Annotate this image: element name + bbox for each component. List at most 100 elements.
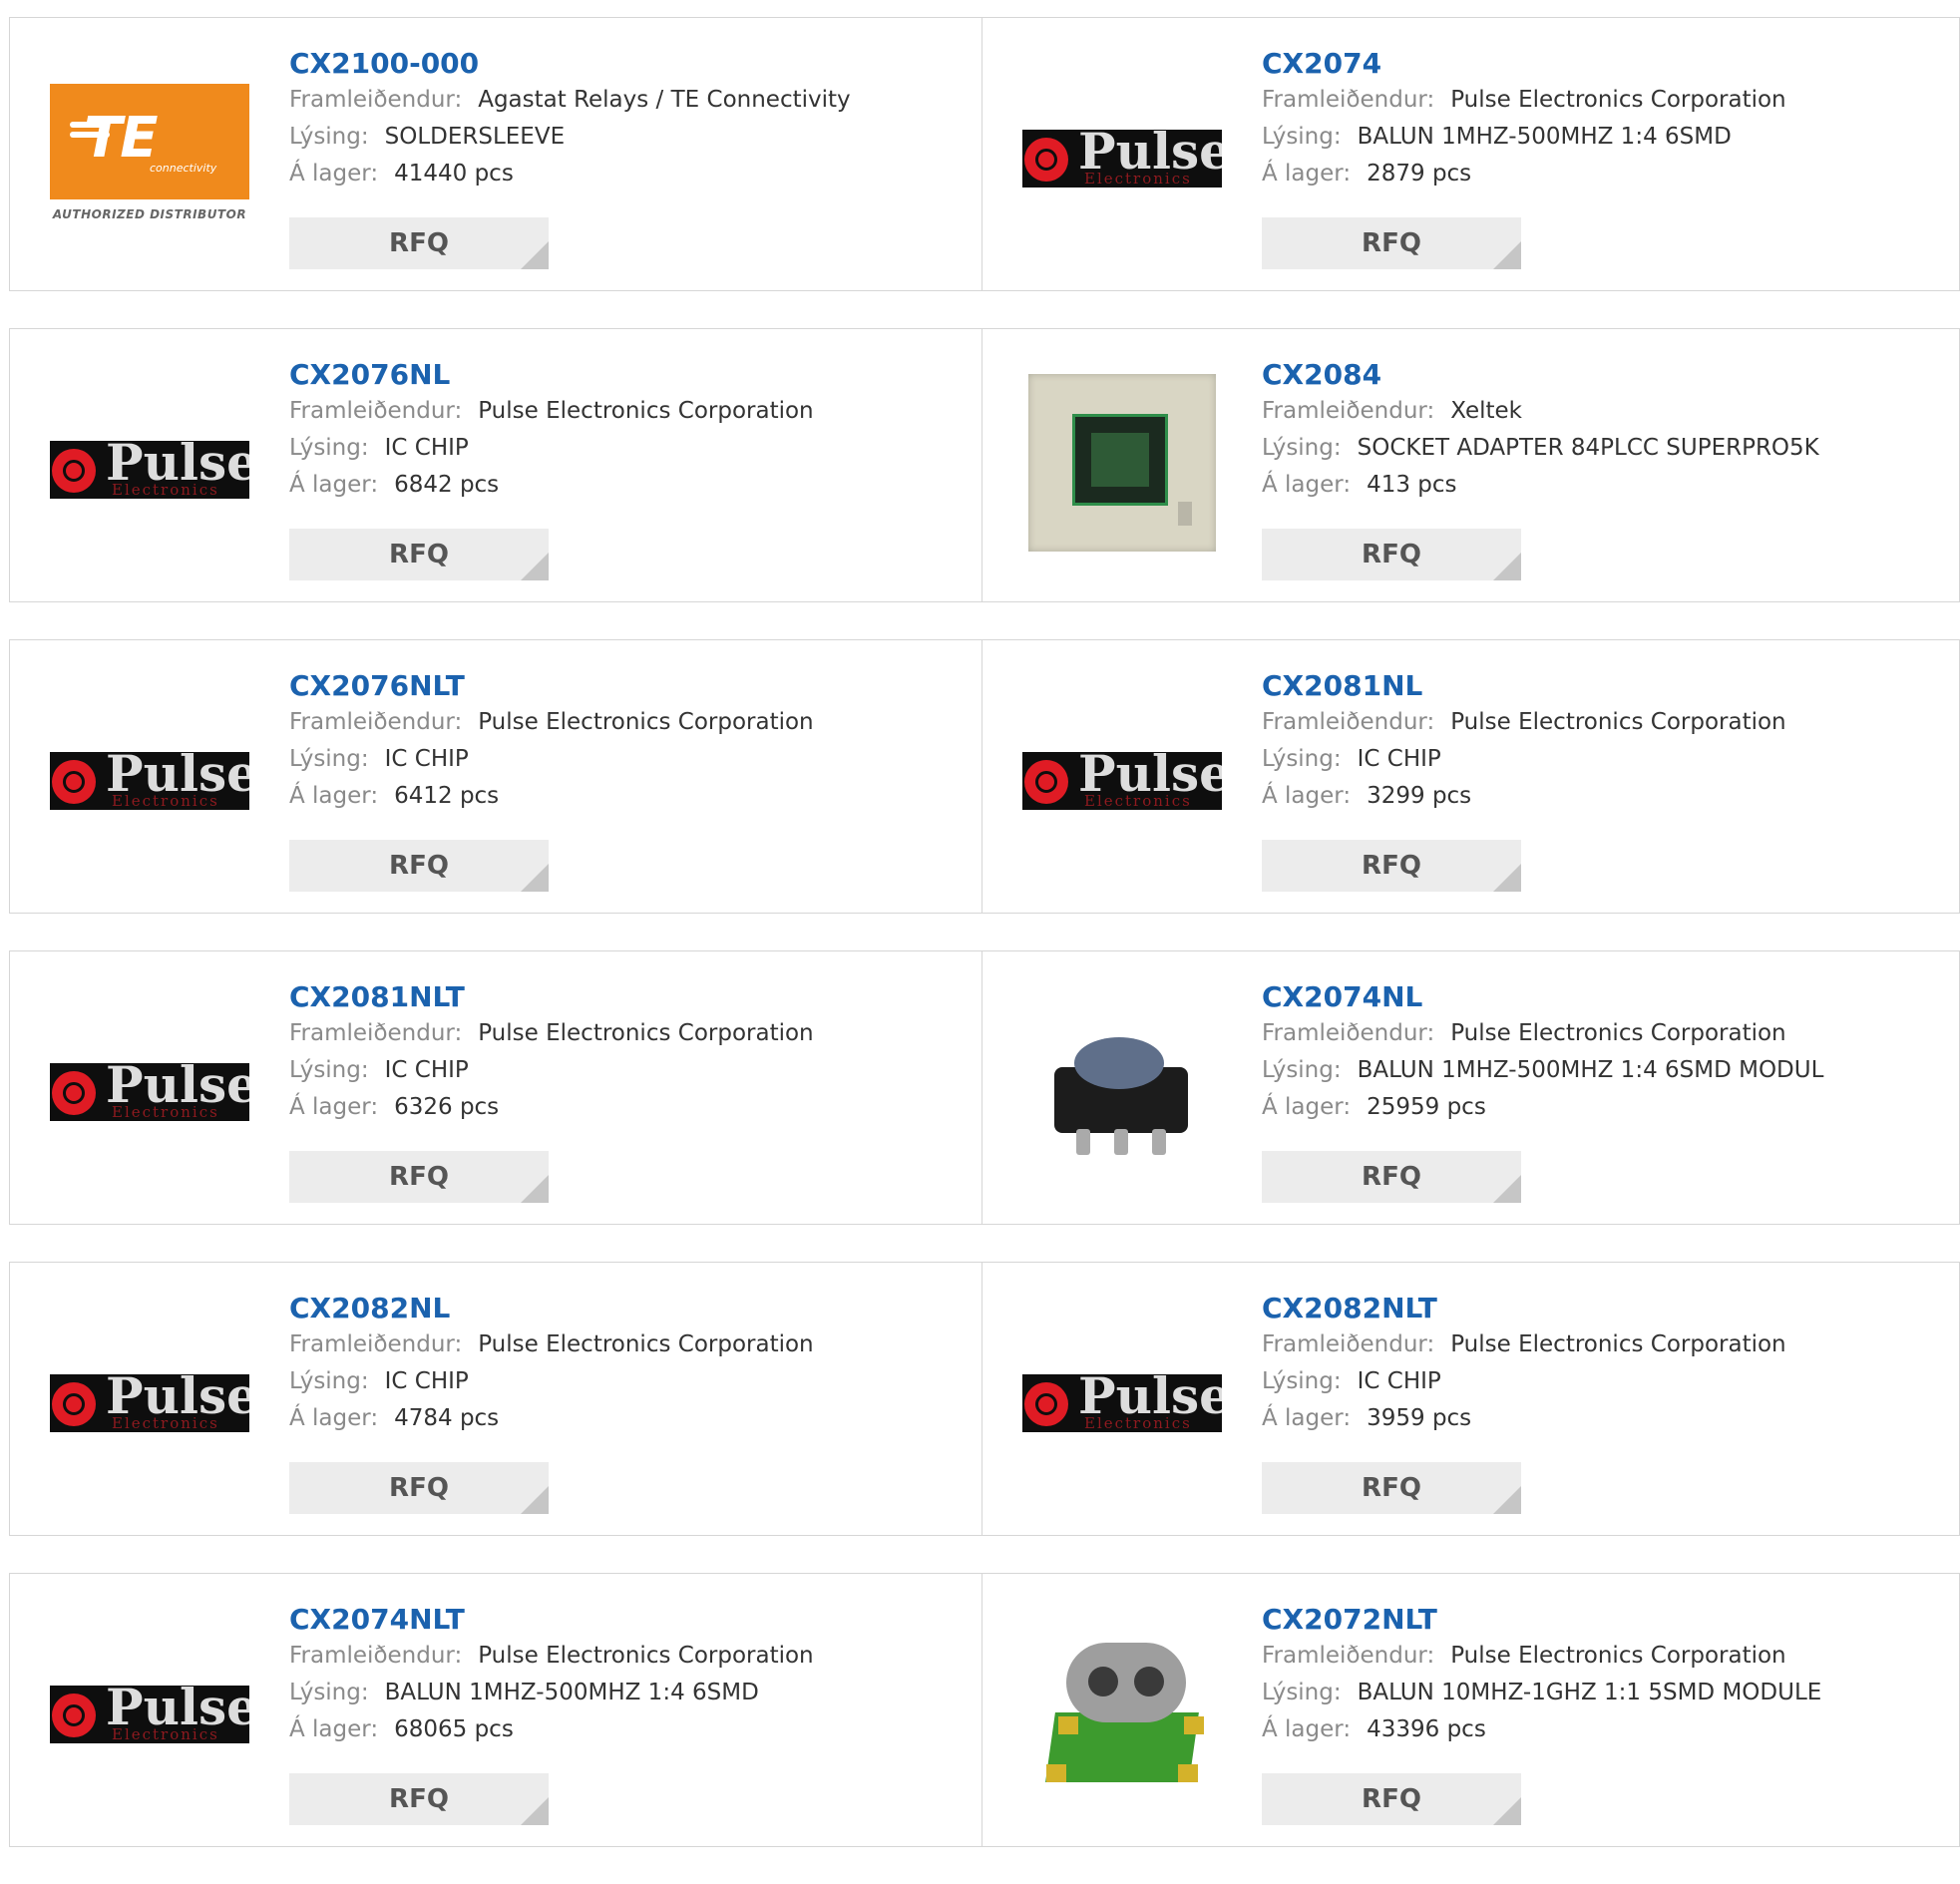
manufacturer-value: Xeltek xyxy=(1450,398,1522,424)
description-row: Lýsing: IC CHIP xyxy=(1262,746,1441,772)
manufacturer-row: Framleiðendur: Pulse Electronics Corporat… xyxy=(289,1643,814,1669)
rfq-button[interactable]: RFQ xyxy=(1262,529,1521,580)
manufacturer-value: Pulse Electronics Corporation xyxy=(1450,1331,1786,1357)
manufacturer-value: Pulse Electronics Corporation xyxy=(1450,87,1786,113)
part-number-link[interactable]: CX2074 xyxy=(1262,46,1939,82)
pulse-electronics-logo: Pulse Electronics xyxy=(1022,1374,1222,1432)
stock-row: Á lager: 3959 pcs xyxy=(1262,1405,1472,1431)
product-card: Pulse Electronics CX2082NL Framleiðendur:… xyxy=(9,1262,982,1536)
description-row: Lýsing: IC CHIP xyxy=(289,435,469,461)
pulse-electronics-logo: Pulse Electronics xyxy=(50,1374,249,1432)
stock-value: 413 pcs xyxy=(1367,472,1457,498)
part-number-link[interactable]: CX2100-000 xyxy=(289,46,962,82)
product-image[interactable] xyxy=(1022,1640,1222,1789)
product-image[interactable]: Pulse Electronics xyxy=(1022,1328,1222,1478)
manufacturer-value: Pulse Electronics Corporation xyxy=(1450,709,1786,735)
stock-row: Á lager: 43396 pcs xyxy=(1262,1716,1486,1742)
product-image[interactable]: Pulse Electronics xyxy=(50,1328,249,1478)
rfq-button[interactable]: RFQ xyxy=(1262,1773,1521,1825)
rfq-button[interactable]: RFQ xyxy=(1262,1151,1521,1203)
rfq-button[interactable]: RFQ xyxy=(1262,840,1521,892)
product-image[interactable] xyxy=(1022,374,1222,552)
description-value: SOCKET ADAPTER 84PLCC SUPERPRO5K xyxy=(1357,435,1819,461)
product-row: Pulse Electronics CX2082NL Framleiðendur:… xyxy=(9,1262,1960,1536)
part-number-link[interactable]: CX2081NLT xyxy=(289,979,962,1015)
product-card: Pulse Electronics CX2081NLT Framleiðendur… xyxy=(9,950,982,1225)
stock-value: 6412 pcs xyxy=(394,783,500,809)
product-image[interactable]: Pulse Electronics xyxy=(1022,84,1222,233)
stock-row: Á lager: 6326 pcs xyxy=(289,1094,500,1120)
product-card: Pulse Electronics CX2076NLT Framleiðendur… xyxy=(9,639,982,914)
part-number-link[interactable]: CX2082NL xyxy=(289,1291,962,1326)
product-card: TE connectivity AUTHORIZED DISTRIBUTOR C… xyxy=(9,17,982,291)
manufacturer-row: Framleiðendur: Pulse Electronics Corporat… xyxy=(1262,1331,1786,1357)
part-number-link[interactable]: CX2072NLT xyxy=(1262,1602,1939,1638)
manufacturer-value: Pulse Electronics Corporation xyxy=(1450,1020,1786,1046)
description-value: IC CHIP xyxy=(1357,746,1441,772)
description-value: IC CHIP xyxy=(384,435,469,461)
stock-value: 25959 pcs xyxy=(1367,1094,1486,1120)
stock-value: 43396 pcs xyxy=(1367,1716,1486,1742)
part-number-link[interactable]: CX2076NLT xyxy=(289,668,962,704)
product-card: Pulse Electronics CX2074 Framleiðendur: Pu… xyxy=(982,17,1960,291)
rfq-button[interactable]: RFQ xyxy=(289,840,549,892)
part-number-link[interactable]: CX2081NL xyxy=(1262,668,1939,704)
part-number-link[interactable]: CX2082NLT xyxy=(1262,1291,1939,1326)
product-image[interactable]: TE connectivity AUTHORIZED DISTRIBUTOR xyxy=(50,84,249,233)
rfq-button[interactable]: RFQ xyxy=(289,1151,549,1203)
description-row: Lýsing: BALUN 1MHZ-500MHZ 1:4 6SMD xyxy=(1262,124,1732,150)
product-image[interactable]: Pulse Electronics xyxy=(1022,706,1222,856)
manufacturer-row: Framleiðendur: Pulse Electronics Corporat… xyxy=(289,709,814,735)
product-card: CX2084 Framleiðendur: Xeltek Lýsing: SOCKE… xyxy=(982,328,1960,602)
balun-module-photo xyxy=(1032,997,1212,1177)
product-image[interactable] xyxy=(1022,1017,1222,1167)
description-row: Lýsing: BALUN 1MHZ-500MHZ 1:4 6SMD MODUL xyxy=(1262,1057,1824,1083)
stock-value: 3959 pcs xyxy=(1367,1405,1472,1431)
description-value: IC CHIP xyxy=(384,1057,469,1083)
manufacturer-value: Pulse Electronics Corporation xyxy=(478,1331,814,1357)
stock-value: 2879 pcs xyxy=(1367,161,1472,187)
description-value: IC CHIP xyxy=(384,1368,469,1394)
description-value: IC CHIP xyxy=(384,746,469,772)
pulse-electronics-logo: Pulse Electronics xyxy=(50,752,249,810)
manufacturer-row: Framleiðendur: Pulse Electronics Corporat… xyxy=(289,1331,814,1357)
rfq-button[interactable]: RFQ xyxy=(289,1773,549,1825)
stock-row: Á lager: 3299 pcs xyxy=(1262,783,1472,809)
product-card: Pulse Electronics CX2081NL Framleiðendur:… xyxy=(982,639,1960,914)
rfq-button[interactable]: RFQ xyxy=(1262,1462,1521,1514)
description-value: BALUN 1MHZ-500MHZ 1:4 6SMD xyxy=(384,1680,759,1705)
product-image[interactable]: Pulse Electronics xyxy=(50,1640,249,1789)
manufacturer-value: Pulse Electronics Corporation xyxy=(478,1643,814,1669)
part-number-link[interactable]: CX2076NL xyxy=(289,357,962,393)
description-value: BALUN 1MHZ-500MHZ 1:4 6SMD MODUL xyxy=(1357,1057,1824,1083)
manufacturer-value: Pulse Electronics Corporation xyxy=(1450,1643,1786,1669)
part-number-link[interactable]: CX2084 xyxy=(1262,357,1939,393)
product-image[interactable]: Pulse Electronics xyxy=(50,706,249,856)
socket-adapter-photo xyxy=(1028,374,1216,552)
rfq-button[interactable]: RFQ xyxy=(289,529,549,580)
rfq-button[interactable]: RFQ xyxy=(289,217,549,269)
description-row: Lýsing: BALUN 1MHZ-500MHZ 1:4 6SMD xyxy=(289,1680,759,1705)
manufacturer-row: Framleiðendur: Pulse Electronics Corporat… xyxy=(289,1020,814,1046)
pulse-electronics-logo: Pulse Electronics xyxy=(1022,130,1222,188)
manufacturer-row: Framleiðendur: Pulse Electronics Corporat… xyxy=(1262,87,1786,113)
rfq-button[interactable]: RFQ xyxy=(289,1462,549,1514)
part-number-link[interactable]: CX2074NLT xyxy=(289,1602,962,1638)
te-connectivity-logo: TE connectivity AUTHORIZED DISTRIBUTOR xyxy=(50,84,249,233)
manufacturer-row: Framleiðendur: Agastat Relays / TE Connec… xyxy=(289,87,851,113)
description-row: Lýsing: IC CHIP xyxy=(289,1057,469,1083)
pulse-electronics-logo: Pulse Electronics xyxy=(50,1686,249,1743)
stock-value: 4784 pcs xyxy=(394,1405,500,1431)
stock-row: Á lager: 6842 pcs xyxy=(289,472,500,498)
product-card: Pulse Electronics CX2076NL Framleiðendur:… xyxy=(9,328,982,602)
product-image[interactable]: Pulse Electronics xyxy=(50,395,249,545)
product-image[interactable]: Pulse Electronics xyxy=(50,1017,249,1167)
product-card: CX2072NLT Framleiðendur: Pulse Electronic… xyxy=(982,1573,1960,1847)
stock-value: 68065 pcs xyxy=(394,1716,514,1742)
manufacturer-row: Framleiðendur: Xeltek xyxy=(1262,398,1522,424)
description-row: Lýsing: BALUN 10MHZ-1GHZ 1:1 5SMD MODULE xyxy=(1262,1680,1822,1705)
rfq-button[interactable]: RFQ xyxy=(1262,217,1521,269)
part-number-link[interactable]: CX2074NL xyxy=(1262,979,1939,1015)
stock-value: 6842 pcs xyxy=(394,472,500,498)
stock-value: 41440 pcs xyxy=(394,161,514,187)
